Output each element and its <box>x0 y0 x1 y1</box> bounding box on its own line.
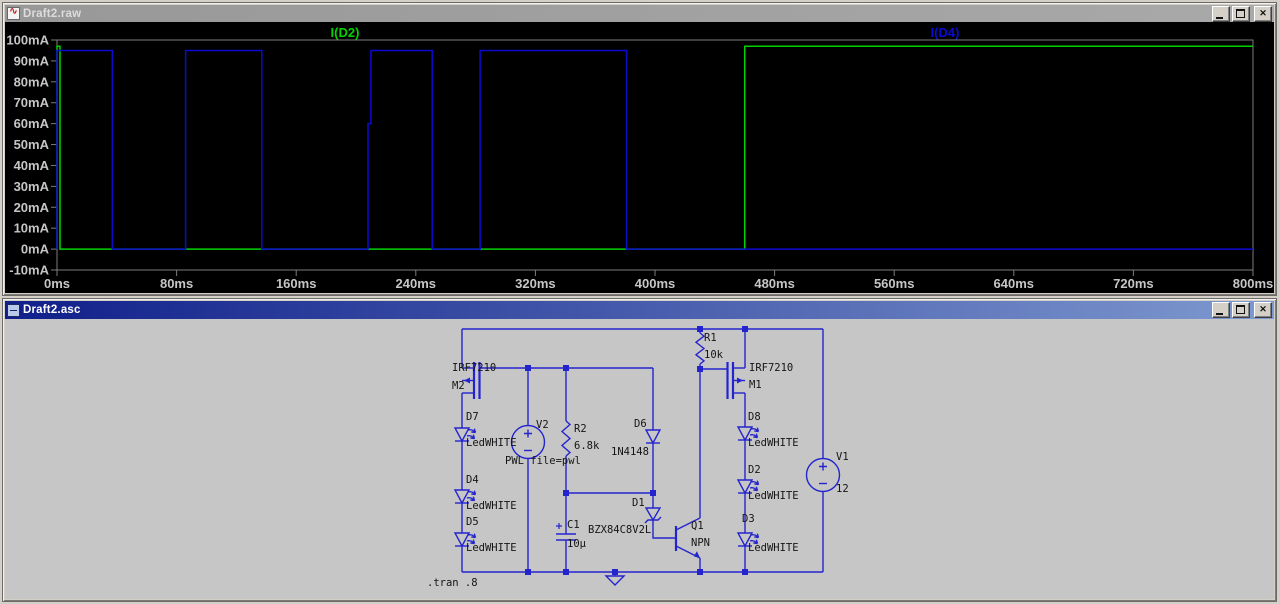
component-label: V2 <box>536 419 549 431</box>
y-axis-label: 40mA <box>14 158 50 173</box>
component-label: D1 <box>632 497 645 509</box>
component-label: LedWHITE <box>748 490 799 502</box>
x-axis-label: 400ms <box>635 276 675 291</box>
component-label: LedWHITE <box>748 542 799 554</box>
y-axis-label: 70mA <box>14 95 50 110</box>
x-axis-label: 800ms <box>1233 276 1273 291</box>
component-label: D6 <box>634 418 647 430</box>
waveform-pane[interactable]: 100mA 90mA 80mA 70mA 60mA 50mA 40mA 30mA 20mA 10m… <box>5 22 1274 293</box>
ltspice-app: { "plot_window": { "title": "Draft2.raw"… <box>0 0 1280 604</box>
component-label: 10µ <box>567 538 586 550</box>
zener-d1[interactable] <box>644 507 662 524</box>
x-axis-label: 560ms <box>874 276 914 291</box>
y-axis-label: 0mA <box>21 242 50 257</box>
y-axis-label: 20mA <box>14 200 50 215</box>
component-label: 12 <box>836 483 849 495</box>
legend-label: I(D2) <box>331 25 360 40</box>
x-axis-label: 0ms <box>44 276 70 291</box>
component-label: LedWHITE <box>748 437 799 449</box>
component-label: D4 <box>466 474 479 486</box>
component-label: LedWHITE <box>466 437 517 449</box>
diode-d6[interactable] <box>644 429 662 445</box>
component-label: D3 <box>742 513 755 525</box>
x-axis-label: 640ms <box>994 276 1034 291</box>
waveform-window-icon <box>7 5 20 20</box>
y-axis-label: 80mA <box>14 74 50 89</box>
component-label: 10k <box>704 349 723 361</box>
component-label: NPN <box>691 537 710 549</box>
component-label: D7 <box>466 411 479 423</box>
plot-border <box>56 39 1254 271</box>
ground-symbol[interactable] <box>604 572 626 586</box>
schematic-titlebar[interactable]: Draft2.asc <box>5 301 1274 319</box>
component-label: BZX84C8V2L <box>588 524 652 536</box>
component-label: V1 <box>836 451 849 463</box>
component-label: D5 <box>466 516 479 528</box>
x-axis-label: 80ms <box>160 276 193 291</box>
x-axis-label: 720ms <box>1113 276 1153 291</box>
component-label: M2 <box>452 380 465 392</box>
spice-directive[interactable]: .tran .8 <box>427 577 478 589</box>
component-label: IRF7210 <box>749 362 794 374</box>
x-axis-label: 320ms <box>515 276 555 291</box>
component-label: LedWHITE <box>466 542 517 554</box>
legend-label: I(D4) <box>931 25 960 40</box>
y-axis-label: 50mA <box>14 137 50 152</box>
waveform-plot[interactable]: 100mA 90mA 80mA 70mA 60mA 50mA 40mA 30mA 20mA 10m… <box>5 22 1274 293</box>
waveform-window-title: Draft2.raw <box>23 7 82 20</box>
schematic-window: Draft2.asc ✕ IRF7210 M2 D7 LedWHITE V2 P… <box>2 298 1277 602</box>
component-label: 6.8k <box>574 440 600 452</box>
component-label: R2 <box>574 423 587 435</box>
x-axis-label: 160ms <box>276 276 316 291</box>
maximize-button[interactable] <box>1232 5 1250 22</box>
y-axis-label: 30mA <box>14 179 50 194</box>
y-axis-label: 60mA <box>14 116 50 131</box>
vsource-v1[interactable] <box>805 457 841 493</box>
maximize-button[interactable] <box>1232 302 1250 318</box>
y-axis-label: 90mA <box>14 53 50 68</box>
minimize-button[interactable] <box>1212 302 1230 318</box>
component-label: IRF7210 <box>452 362 497 374</box>
component-label: M1 <box>749 379 762 391</box>
component-label: R1 <box>704 332 717 344</box>
minimize-button[interactable] <box>1212 5 1230 22</box>
mosfet-m1[interactable] <box>726 362 746 399</box>
component-label: LedWHITE <box>466 500 517 512</box>
component-label: Q1 <box>691 520 704 532</box>
component-label: D2 <box>748 464 761 476</box>
waveform-trace <box>56 45 1253 250</box>
resistor-r2[interactable] <box>560 420 572 457</box>
close-button[interactable] <box>1254 302 1272 318</box>
x-axis-label: 240ms <box>396 276 436 291</box>
component-label: D8 <box>748 411 761 423</box>
x-axis-label: 480ms <box>754 276 794 291</box>
component-label: 1N4148 <box>611 446 649 458</box>
resistor-r1[interactable] <box>694 332 706 365</box>
waveform-trace <box>56 49 1253 250</box>
y-axis-label: 100mA <box>6 33 49 48</box>
y-axis-label: 10mA <box>14 221 50 236</box>
component-label: PWL file=pwl <box>505 455 581 467</box>
waveform-window: Draft2.raw 100mA 90mA 80mA 70mA 60mA 50mA 40mA… <box>2 2 1277 296</box>
schematic-window-icon <box>7 303 20 317</box>
waveform-titlebar[interactable]: Draft2.raw <box>5 5 1274 22</box>
close-button[interactable] <box>1254 5 1272 22</box>
schematic-window-title: Draft2.asc <box>23 304 81 316</box>
schematic-canvas[interactable]: IRF7210 M2 D7 LedWHITE V2 PWL file=pwl R2 6.8k D… <box>5 319 1274 599</box>
component-label: C1 <box>567 519 580 531</box>
